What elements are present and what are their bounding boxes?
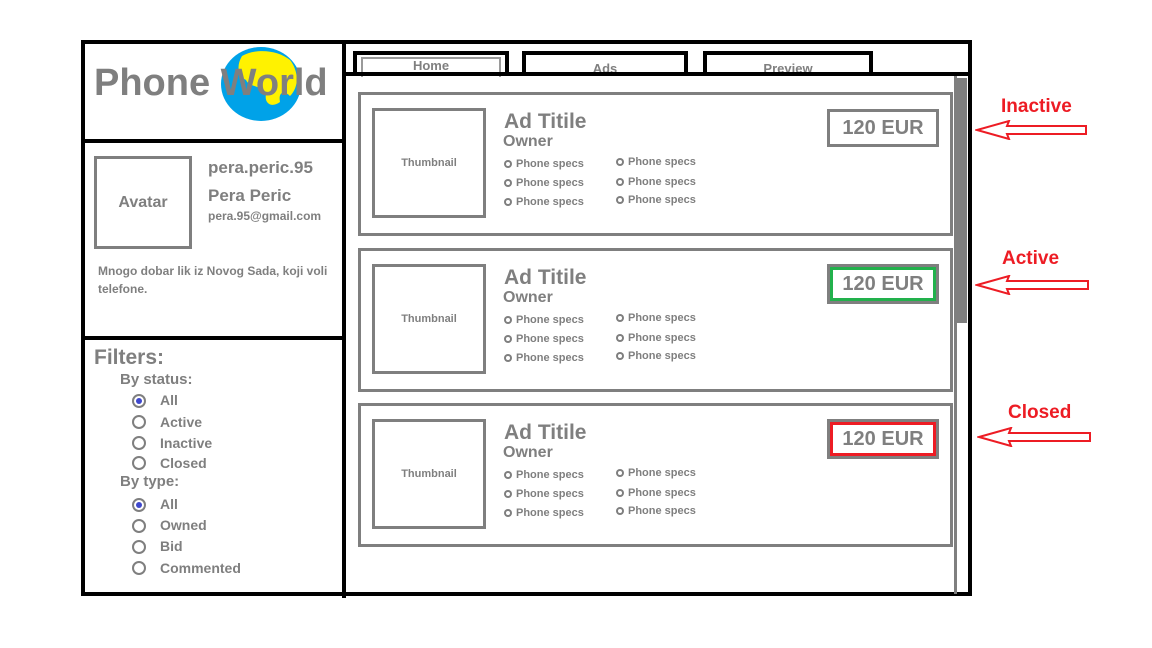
tab-home-label: Home bbox=[412, 58, 450, 73]
ad-spec: Phone specs bbox=[616, 350, 696, 362]
bullet-icon bbox=[504, 509, 512, 517]
ad-thumbnail[interactable]: Thumbnail bbox=[372, 419, 486, 529]
ad-owner: Owner bbox=[503, 289, 553, 306]
ad-title[interactable]: Ad Titile bbox=[504, 421, 586, 445]
ad-spec: Phone specs bbox=[504, 469, 584, 481]
bullet-icon bbox=[616, 314, 624, 322]
ad-spec: Phone specs bbox=[504, 352, 584, 364]
filter-status-label: By status: bbox=[120, 371, 193, 388]
bullet-icon bbox=[504, 198, 512, 206]
bullet-icon bbox=[616, 469, 624, 477]
radio-type-owned[interactable] bbox=[132, 519, 146, 533]
radio-type-commented[interactable] bbox=[132, 561, 146, 575]
filters-title: Filters: bbox=[94, 346, 165, 369]
radio-status-inactive-label: Inactive bbox=[160, 435, 213, 451]
bullet-icon bbox=[616, 489, 624, 497]
annotation-closed: Closed bbox=[1008, 402, 1072, 423]
arrow-left-icon bbox=[975, 275, 1089, 295]
radio-status-closed-label: Closed bbox=[160, 455, 207, 471]
radio-type-all[interactable] bbox=[132, 498, 146, 512]
profile-username: pera.peric.95 bbox=[208, 158, 313, 177]
bullet-icon bbox=[616, 178, 624, 186]
ad-owner: Owner bbox=[503, 133, 553, 150]
radio-status-active-label: Active bbox=[160, 414, 203, 430]
bullet-icon bbox=[504, 160, 512, 168]
arrow-left-icon bbox=[977, 427, 1091, 447]
bullet-icon bbox=[616, 352, 624, 360]
annotation-inactive: Inactive bbox=[1001, 96, 1072, 117]
ad-thumbnail[interactable]: Thumbnail bbox=[372, 108, 486, 218]
bullet-icon bbox=[504, 490, 512, 498]
bullet-icon bbox=[504, 354, 512, 362]
bullet-icon bbox=[504, 471, 512, 479]
profile-divider bbox=[82, 336, 344, 340]
bullet-icon bbox=[616, 158, 624, 166]
radio-status-closed[interactable] bbox=[132, 456, 146, 470]
bullet-icon bbox=[504, 335, 512, 343]
ad-spec: Phone specs bbox=[504, 507, 584, 519]
filter-type-label: By type: bbox=[120, 473, 180, 490]
ad-spec: Phone specs bbox=[616, 176, 696, 188]
radio-status-active[interactable] bbox=[132, 415, 146, 429]
radio-type-bid-label: Bid bbox=[160, 538, 183, 554]
ad-spec: Phone specs bbox=[504, 488, 584, 500]
arrow-left-icon bbox=[975, 120, 1087, 140]
radio-type-bid[interactable] bbox=[132, 540, 146, 554]
bullet-icon bbox=[504, 179, 512, 187]
ad-owner: Owner bbox=[503, 444, 553, 461]
ad-spec: Phone specs bbox=[504, 177, 584, 189]
header-divider bbox=[82, 139, 344, 143]
ad-spec: Phone specs bbox=[616, 156, 696, 168]
bullet-icon bbox=[616, 196, 624, 204]
ad-title[interactable]: Ad Titile bbox=[504, 266, 586, 290]
price-badge-inactive: 120 EUR bbox=[827, 109, 939, 147]
ad-thumbnail[interactable]: Thumbnail bbox=[372, 264, 486, 374]
radio-type-owned-label: Owned bbox=[160, 517, 207, 533]
profile-email: pera.95@gmail.com bbox=[208, 209, 322, 223]
ad-spec: Phone specs bbox=[616, 505, 696, 517]
radio-type-all-label: All bbox=[160, 496, 178, 512]
avatar[interactable]: Avatar bbox=[94, 156, 192, 249]
ad-spec: Phone specs bbox=[504, 333, 584, 345]
ad-spec: Phone specs bbox=[616, 487, 696, 499]
sidebar-divider bbox=[342, 42, 346, 598]
bullet-icon bbox=[504, 316, 512, 324]
radio-status-all[interactable] bbox=[132, 394, 146, 408]
profile-bio: Mnogo dobar lik iz Novog Sada, koji voli… bbox=[98, 264, 328, 296]
tabbar-divider bbox=[344, 72, 970, 76]
price-badge-active: 120 EUR bbox=[827, 264, 939, 304]
ad-spec: Phone specs bbox=[616, 312, 696, 324]
ad-spec: Phone specs bbox=[616, 194, 696, 206]
ad-spec: Phone specs bbox=[616, 467, 696, 479]
price-badge-closed: 120 EUR bbox=[827, 419, 939, 459]
ad-title[interactable]: Ad Titile bbox=[504, 110, 586, 134]
radio-type-commented-label: Commented bbox=[160, 560, 241, 576]
ad-spec: Phone specs bbox=[616, 332, 696, 344]
annotation-active: Active bbox=[1002, 248, 1060, 269]
ad-spec: Phone specs bbox=[504, 196, 584, 208]
profile-full-name: Pera Peric bbox=[208, 186, 292, 205]
bullet-icon bbox=[616, 507, 624, 515]
scrollbar-thumb[interactable] bbox=[955, 78, 967, 323]
app-title: Phone World bbox=[94, 62, 328, 104]
radio-status-inactive[interactable] bbox=[132, 436, 146, 450]
ad-spec: Phone specs bbox=[504, 158, 584, 170]
bullet-icon bbox=[616, 334, 624, 342]
ad-spec: Phone specs bbox=[504, 314, 584, 326]
radio-status-all-label: All bbox=[160, 392, 178, 408]
